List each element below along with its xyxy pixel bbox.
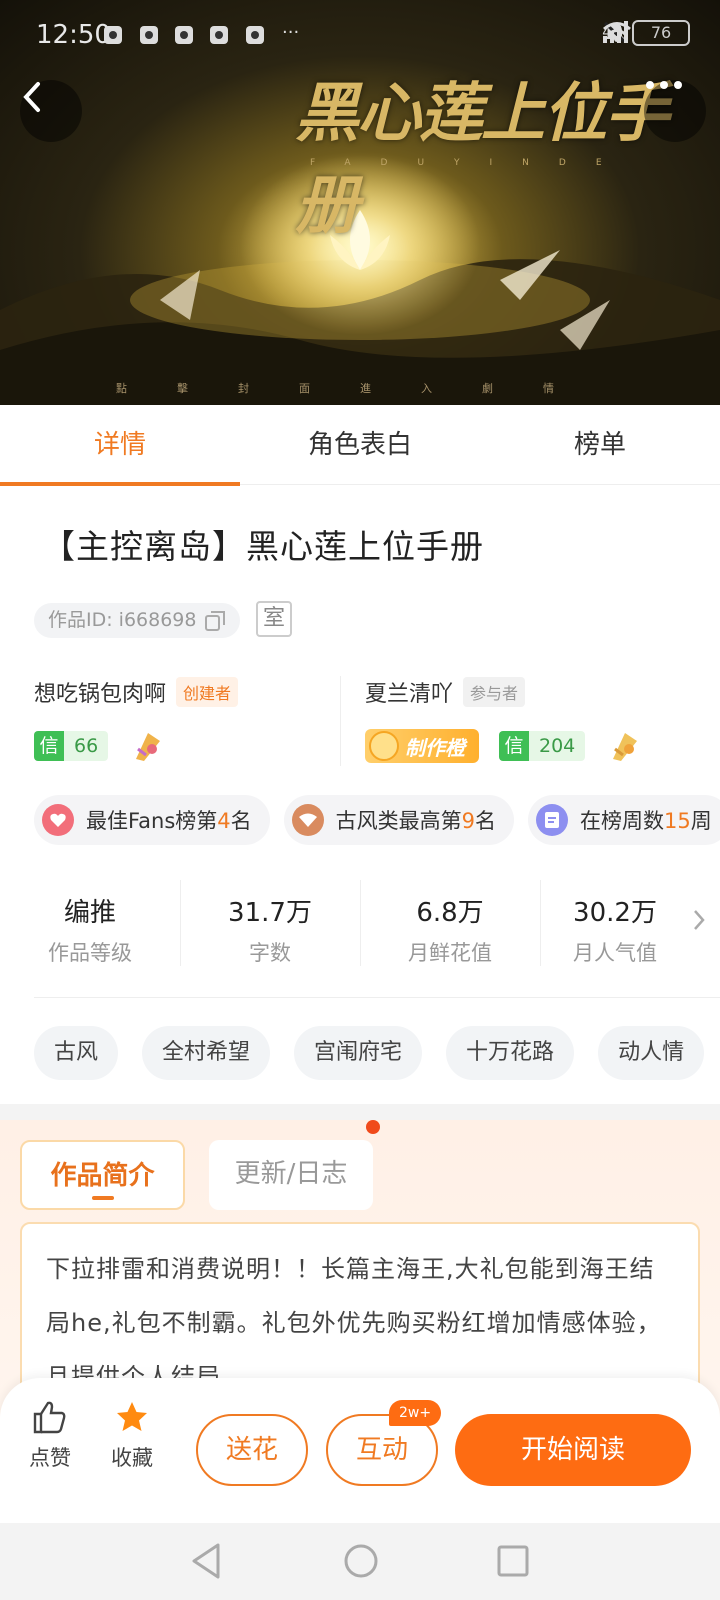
battery-indicator: 76 — [632, 20, 690, 46]
creator-credit-badge[interactable]: 信 66 — [34, 731, 109, 761]
work-id-chip[interactable]: 作品ID: i668698 — [34, 603, 241, 638]
interact-count-badge: 2w+ — [389, 1400, 442, 1426]
stat-label: 月鲜花值 — [408, 941, 492, 965]
stat-value: 编推 — [63, 898, 116, 928]
system-nav-bar — [0, 1523, 720, 1600]
stat-value: 31.7万 — [228, 898, 312, 928]
list-icon — [536, 804, 569, 836]
chevron-right-icon[interactable] — [692, 908, 706, 932]
stat-monthly-popularity: 30.2万 月人气值 — [540, 880, 690, 970]
back-button[interactable] — [20, 80, 82, 142]
genre-tags: 古风 全村希望 宫闱府宅 十万花路 动人情 — [34, 1026, 705, 1080]
credit-value: 66 — [64, 731, 109, 761]
maker-orange-badge[interactable]: 制作橙 — [365, 729, 479, 763]
tab-details[interactable]: 详情 — [0, 405, 240, 486]
rank-chip-weeks[interactable]: 在榜周数15周 — [528, 795, 720, 845]
room-tag[interactable]: 室 — [256, 601, 292, 637]
notification-app-icon — [246, 26, 264, 44]
like-label: 点赞 — [29, 1446, 71, 1470]
work-id-text: 作品ID: i668698 — [48, 609, 197, 631]
nav-back-icon[interactable] — [188, 1541, 224, 1581]
detail-tabs: 详情 角色表白 榜单 — [0, 405, 720, 486]
send-flower-button[interactable]: 送花 — [196, 1414, 308, 1486]
medal-icon[interactable] — [130, 729, 164, 763]
star-icon — [117, 1402, 147, 1431]
like-button[interactable]: 点赞 — [20, 1400, 80, 1472]
nav-recents-icon[interactable] — [495, 1541, 531, 1581]
genre-tag[interactable]: 动人情 — [598, 1026, 705, 1080]
participant-badges: 制作橙 信 204 — [365, 729, 641, 763]
thumbs-up-icon — [33, 1401, 66, 1434]
genre-tag[interactable]: 全村希望 — [142, 1026, 271, 1080]
cover-banner[interactable]: 黑心莲上位手册 FADUYINDE 點擊封面進入劇情 12:50 ··· 4G … — [0, 0, 720, 405]
genre-tag[interactable]: 宫闱府宅 — [294, 1026, 423, 1080]
notification-app-icon — [175, 26, 193, 44]
notification-app-icon — [104, 26, 122, 44]
cover-footer: 點擊封面進入劇情 — [116, 382, 604, 395]
more-options-button[interactable] — [644, 80, 706, 142]
participant-credit-badge[interactable]: 信 204 — [499, 731, 586, 761]
tab-rankings[interactable]: 榜单 — [480, 405, 720, 485]
chevron-left-icon — [23, 82, 40, 112]
start-reading-button[interactable]: 开始阅读 — [455, 1414, 691, 1486]
notification-app-icon — [210, 26, 228, 44]
signal-icon — [603, 21, 629, 43]
copy-icon[interactable] — [204, 610, 226, 632]
book-title: 【主控离岛】黑心莲上位手册 — [42, 527, 484, 566]
unread-dot — [366, 1120, 380, 1134]
collect-label: 收藏 — [111, 1446, 153, 1470]
author-divider — [340, 676, 341, 766]
notification-app-icon — [140, 26, 158, 44]
stat-value: 6.8万 — [416, 898, 484, 928]
ranking-chips: 最佳Fans榜第4名 古风类最高第9名 在榜周数15周 — [34, 795, 720, 845]
tab-character-confessions[interactable]: 角色表白 — [240, 405, 480, 485]
collect-button[interactable]: 收藏 — [102, 1400, 162, 1472]
fan-icon — [291, 804, 324, 836]
status-bar: 12:50 ··· 4G 76 — [0, 0, 720, 70]
stats-row[interactable]: 编推 作品等级 31.7万 字数 6.8万 月鲜花值 30.2万 月人气值 — [0, 880, 720, 970]
rank-text: 古风类最高第9名 — [335, 809, 497, 833]
more-notifications-icon: ··· — [282, 22, 300, 43]
section-divider — [34, 997, 720, 998]
stat-word-count: 31.7万 字数 — [180, 880, 360, 970]
status-time: 12:50 — [36, 20, 111, 50]
creator-info[interactable]: 想吃锅包肉啊 创建者 — [34, 676, 239, 708]
participant-role-tag: 参与者 — [463, 677, 526, 707]
bottom-action-bar: 点赞 收藏 送花 互动 2w+ 开始阅读 — [0, 1378, 720, 1523]
stat-level: 编推 作品等级 — [0, 880, 180, 970]
genre-tag[interactable]: 十万花路 — [446, 1026, 575, 1080]
nav-home-icon[interactable] — [343, 1541, 379, 1581]
tab-synopsis[interactable]: 作品简介 — [20, 1140, 185, 1210]
credit-key: 信 — [34, 731, 64, 761]
stat-label: 字数 — [249, 941, 291, 965]
rank-text: 最佳Fans榜第4名 — [86, 809, 252, 833]
credit-key: 信 — [499, 731, 529, 761]
stat-monthly-flowers: 6.8万 月鲜花值 — [360, 880, 540, 970]
maker-mascot-icon — [369, 731, 399, 761]
tab-update-log[interactable]: 更新/日志 — [209, 1140, 373, 1210]
stat-label: 作品等级 — [48, 941, 132, 965]
participant-name[interactable]: 夏兰清吖 — [365, 676, 453, 708]
participant-info[interactable]: 夏兰清吖 参与者 — [365, 676, 526, 708]
stat-label: 月人气值 — [573, 941, 657, 965]
rank-chip-genre[interactable]: 古风类最高第9名 — [283, 795, 515, 845]
creator-badges: 信 66 — [34, 729, 164, 763]
heart-icon — [42, 804, 74, 836]
genre-tag[interactable]: 古风 — [34, 1026, 119, 1080]
section-gap — [0, 1104, 720, 1120]
rank-chip-fans[interactable]: 最佳Fans榜第4名 — [34, 795, 270, 845]
more-icon — [646, 81, 682, 89]
medal-icon[interactable] — [607, 729, 641, 763]
stat-value: 30.2万 — [573, 898, 657, 928]
creator-name[interactable]: 想吃锅包肉啊 — [34, 676, 166, 708]
rank-text: 在榜周数15周 — [580, 809, 712, 833]
cover-subtitle: FADUYINDE — [310, 158, 632, 168]
maker-badge-label: 制作橙 — [405, 735, 465, 760]
credit-value: 204 — [529, 731, 586, 761]
creator-role-tag: 创建者 — [176, 677, 239, 707]
